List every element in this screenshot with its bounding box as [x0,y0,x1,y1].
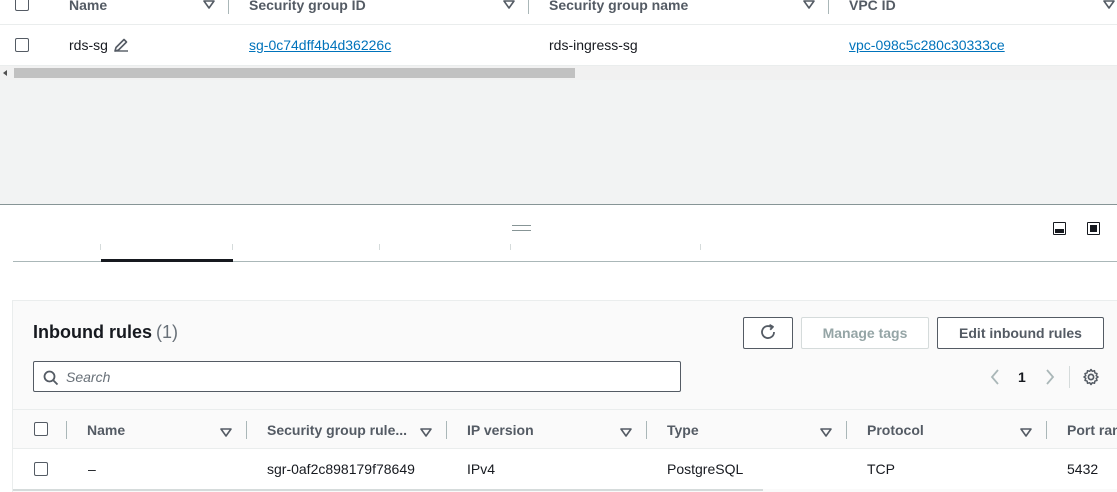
search-box[interactable] [33,361,681,392]
inbound-rules-count: (1) [156,322,178,342]
rule-row-checkbox[interactable] [34,462,48,476]
gear-icon[interactable] [1082,368,1100,389]
search-input[interactable] [66,368,666,386]
column-separator[interactable] [246,421,247,439]
column-separator[interactable] [646,421,647,439]
security-groups-table: Name Security group ID Security group na… [0,0,1117,66]
column-header-protocol[interactable]: Protocol [867,422,924,438]
tab-separator [100,244,101,250]
manage-tags-button[interactable]: Manage tags [801,317,929,349]
table-header-row: Name Security group ID Security group na… [0,0,1117,25]
tab-separator [700,244,701,250]
panel-position-bottom-icon[interactable] [1053,222,1066,235]
pagination-current-page[interactable]: 1 [1018,369,1026,385]
pagination-divider [1069,366,1070,388]
split-panel-header [0,206,1117,263]
row-checkbox[interactable] [15,38,29,52]
tab-separator [510,244,511,250]
column-header-security-group-id[interactable]: Security group ID [249,0,366,13]
sort-down-icon[interactable] [1020,425,1032,441]
tab-separator [232,244,233,250]
scrollbar-thumb[interactable] [14,68,575,78]
column-separator[interactable] [1046,421,1047,439]
inbound-rules-title: Inbound rules [33,322,152,342]
tab-separator [379,244,380,250]
inbound-rules-heading: Inbound rules (1) [33,322,178,343]
sort-down-icon[interactable] [420,425,432,441]
port-range-cell: 5432 [1067,461,1099,477]
sort-down-icon[interactable] [620,425,632,441]
column-header-security-group-name[interactable]: Security group name [549,0,688,13]
sort-down-icon[interactable] [820,425,832,441]
column-separator[interactable] [828,0,829,14]
table-row[interactable]: – sgr-0af2c898179f78649 IPv4 PostgreSQL … [13,449,1117,489]
column-separator[interactable] [846,421,847,439]
scroll-left-arrow-icon[interactable] [3,70,7,76]
column-header-name[interactable]: Name [69,0,107,13]
column-header-name[interactable]: Name [87,422,125,438]
chevron-left-icon[interactable] [989,369,1001,388]
chevron-right-icon[interactable] [1044,369,1056,388]
column-header-vpc-id[interactable]: VPC ID [849,0,896,13]
name-cell: rds-sg [69,37,108,53]
rules-table-header: Name Security group rule... IP version T… [13,409,1117,449]
column-header-type[interactable]: Type [667,422,699,438]
security-group-name-cell: rds-ingress-sg [549,37,638,53]
table-empty-area [0,80,1117,205]
edit-inbound-rules-button[interactable]: Edit inbound rules [937,317,1104,349]
column-header-security-group-rule-id[interactable]: Security group rule... [267,422,407,438]
tab-active-indicator[interactable] [101,259,233,262]
column-separator[interactable] [446,421,447,439]
pencil-icon[interactable] [114,38,129,55]
select-all-rules-checkbox[interactable] [34,422,48,436]
security-group-id-link[interactable]: sg-0c74dff4b4d36226c [249,37,391,53]
sort-down-icon[interactable] [220,425,232,441]
rule-id-cell: sgr-0af2c898179f78649 [267,461,415,477]
select-all-checkbox[interactable] [15,0,29,11]
ip-version-cell: IPv4 [467,461,496,477]
type-cell: PostgreSQL [667,461,744,477]
refresh-icon [759,323,777,344]
vpc-id-link[interactable]: vpc-098c5c280c30333ce [849,37,1005,53]
panel-position-side-icon[interactable] [1087,222,1100,235]
refresh-button[interactable] [743,317,793,349]
protocol-cell: TCP [867,461,895,477]
column-header-ip-version[interactable]: IP version [467,422,534,438]
column-separator[interactable] [528,0,529,14]
table-scrollbar[interactable] [13,489,763,491]
table-row[interactable]: rds-sg sg-0c74dff4b4d36226c rds-ingress-… [0,25,1117,66]
drag-handle-icon[interactable] [512,225,531,231]
rule-name-cell: – [88,461,96,477]
column-separator[interactable] [228,0,229,14]
column-separator[interactable] [66,421,67,439]
horizontal-scrollbar[interactable] [0,66,1117,80]
column-header-port-range[interactable]: Port range [1067,422,1117,438]
search-icon [43,370,59,389]
